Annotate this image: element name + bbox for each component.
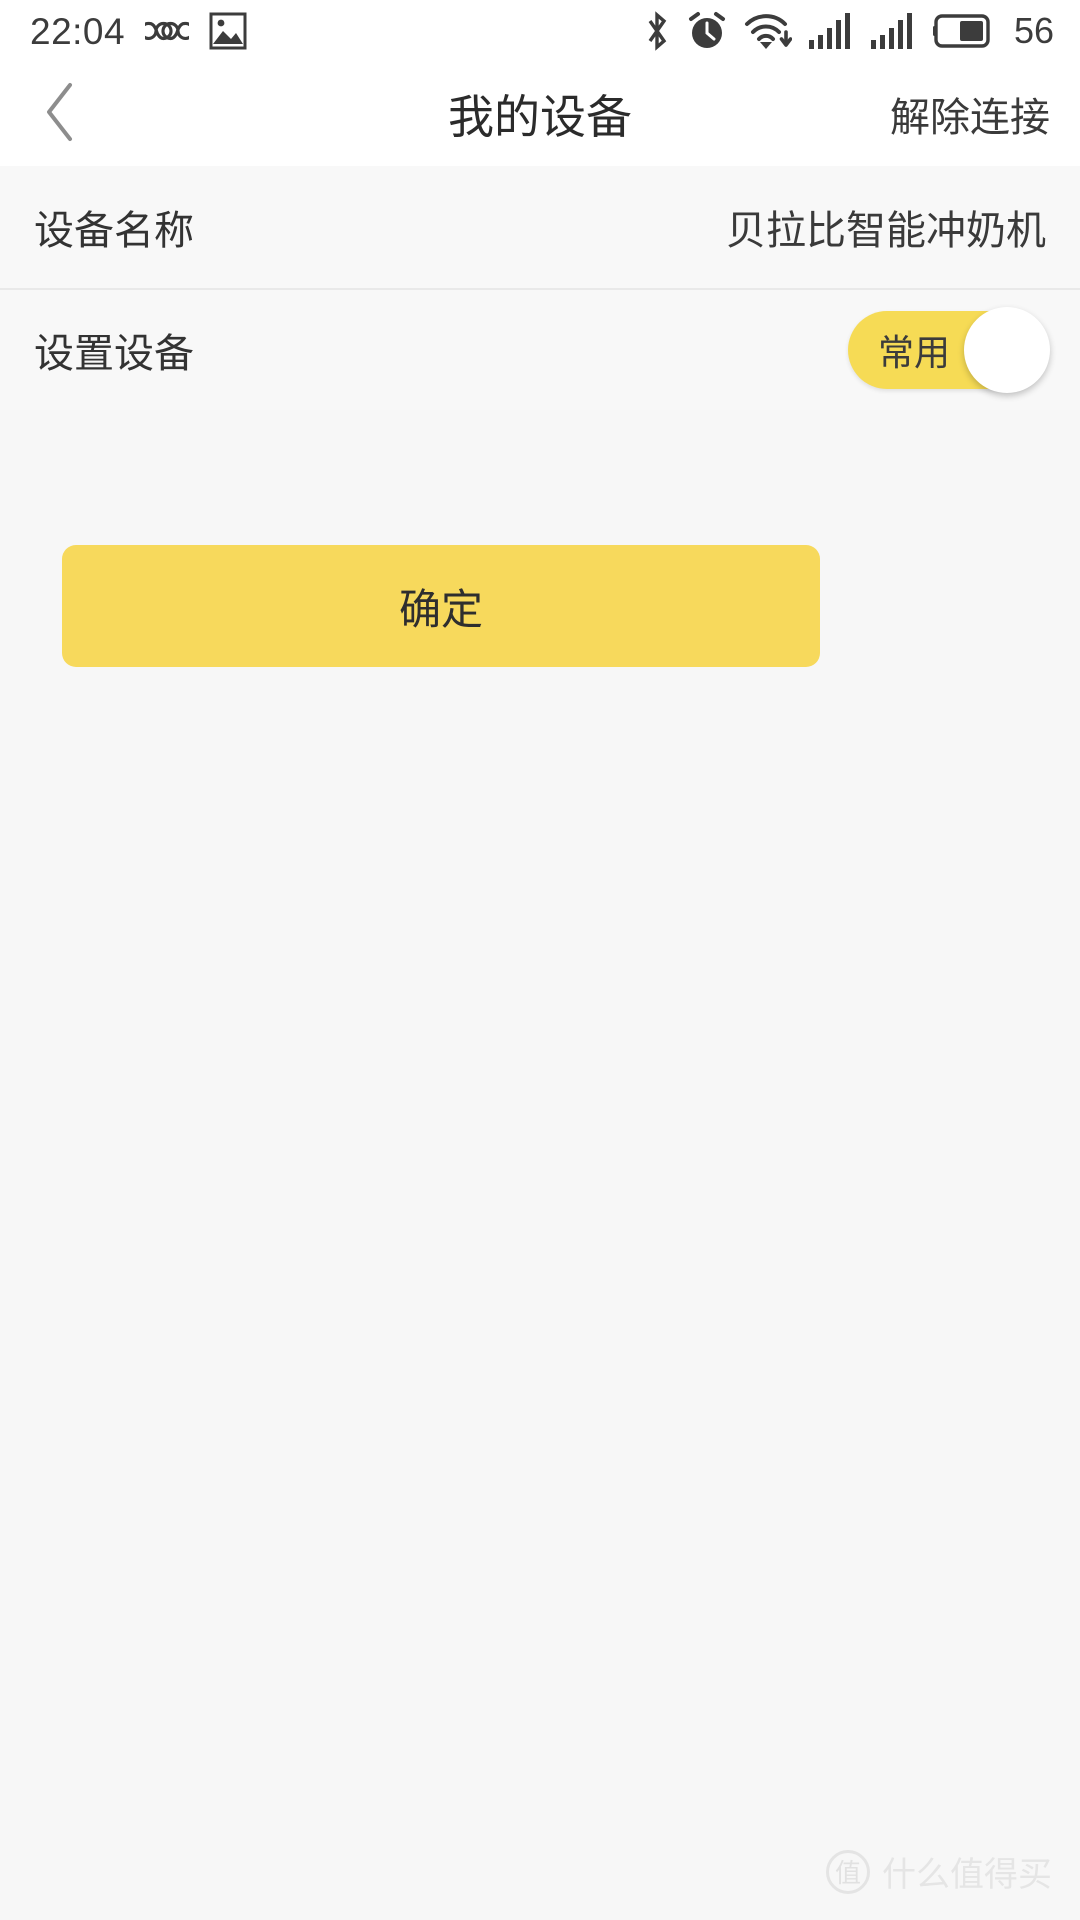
- smzdm-logo-icon: 值: [826, 1849, 870, 1894]
- row-device-name-value: 贝拉比智能冲奶机: [726, 209, 1046, 253]
- status-bar: 22:04 56: [0, 0, 1080, 62]
- toggle-label: 常用: [878, 332, 951, 373]
- bluetooth-icon: [644, 10, 670, 52]
- image-icon: [209, 12, 247, 50]
- wifi-download-icon: [744, 10, 792, 52]
- watermark-text: 什么值得买: [882, 1856, 1052, 1894]
- watermark: 值 什么值得买: [826, 1847, 1052, 1896]
- status-bar-left: 22:04: [30, 12, 247, 50]
- phone-screen: 22:04 56 我的设备 解除连接 设备名称 贝拉比智能冲奶机 设置设备 常用…: [0, 0, 1080, 1920]
- toggle-knob[interactable]: [964, 307, 1050, 393]
- row-device-setting[interactable]: 设置设备 常用: [0, 288, 1080, 410]
- signal-bars-icon-2: [870, 12, 916, 50]
- disconnect-button[interactable]: 解除连接: [890, 85, 1050, 143]
- confirm-button[interactable]: 确定: [62, 545, 820, 667]
- back-button[interactable]: [0, 62, 120, 166]
- signal-bars-icon-1: [808, 12, 854, 50]
- infinity-icon: [145, 16, 190, 46]
- row-device-setting-label: 设置设备: [34, 332, 194, 376]
- alarm-clock-icon: [686, 10, 728, 52]
- status-bar-right: 56: [644, 10, 1054, 52]
- status-bar-clock: 22:04: [30, 10, 126, 52]
- app-header: 我的设备 解除连接: [0, 62, 1080, 166]
- battery-icon: [932, 14, 992, 48]
- row-device-name[interactable]: 设备名称 贝拉比智能冲奶机: [0, 166, 1080, 288]
- settings-list: 设备名称 贝拉比智能冲奶机 设置设备 常用: [0, 166, 1080, 410]
- chevron-left-icon: [43, 81, 77, 148]
- row-device-name-label: 设备名称: [34, 209, 194, 253]
- battery-percent: 56: [1013, 10, 1054, 51]
- frequently-used-toggle[interactable]: 常用: [848, 307, 1050, 393]
